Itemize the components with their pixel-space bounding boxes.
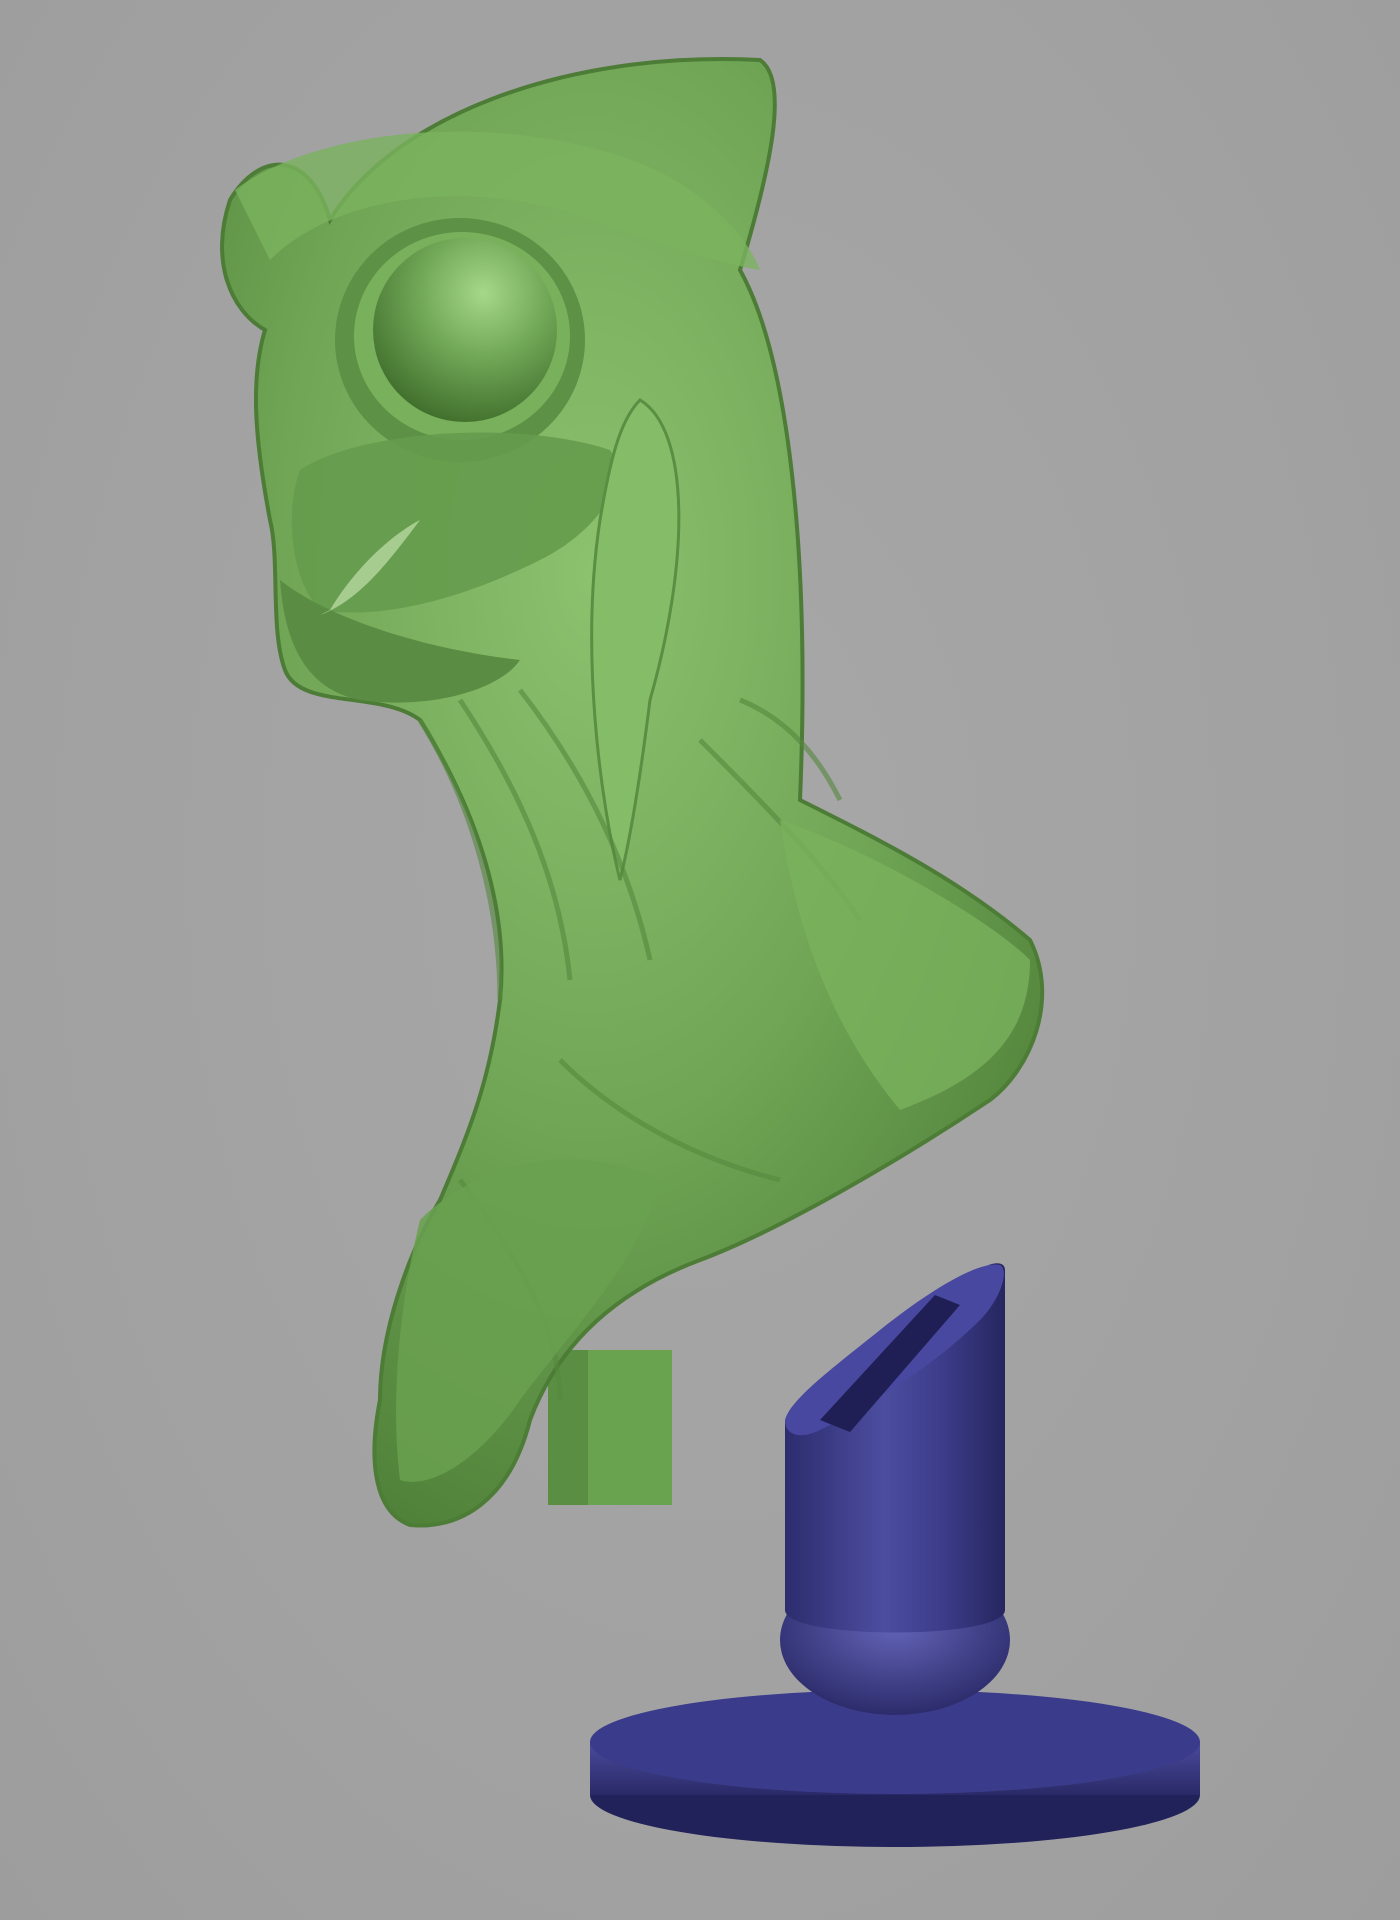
sculpt-viewport[interactable] <box>0 0 1400 1920</box>
eye-icon <box>373 238 557 422</box>
display-stand[interactable] <box>590 1263 1200 1847</box>
mounting-peg[interactable] <box>548 1350 672 1505</box>
scene-canvas[interactable] <box>0 0 1400 1920</box>
